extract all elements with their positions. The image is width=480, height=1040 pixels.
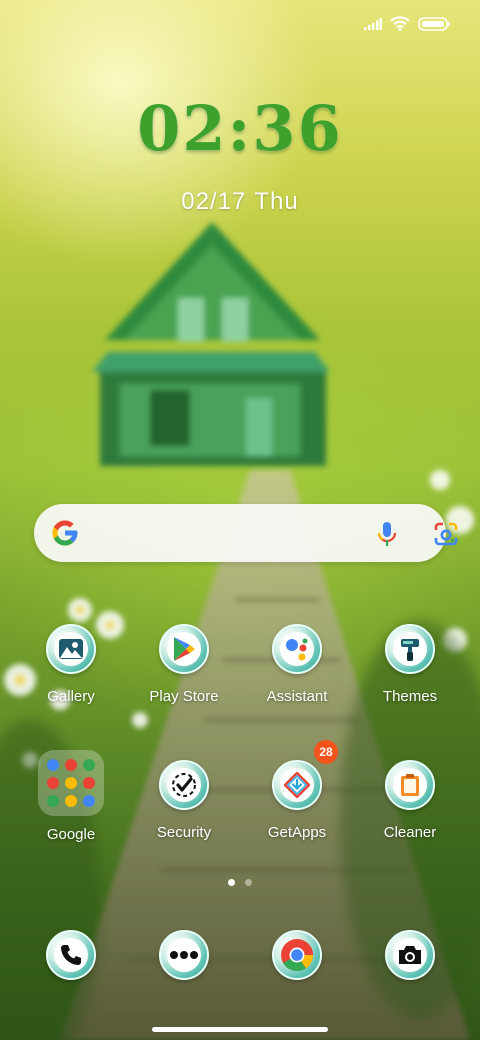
- app-getapps[interactable]: GetApps: [241, 760, 353, 841]
- google-search-bar[interactable]: [34, 504, 458, 562]
- security-icon: [159, 760, 209, 810]
- google-lens-icon[interactable]: [433, 521, 459, 552]
- app-themes[interactable]: Themes: [354, 624, 466, 705]
- app-assistant[interactable]: Assistant: [241, 624, 353, 705]
- wifi-icon: [390, 16, 410, 31]
- app-label: Themes: [382, 688, 438, 705]
- date-display: 02/17 Thu: [0, 188, 480, 216]
- battery-icon: [418, 16, 450, 31]
- cleaner-icon: [385, 760, 435, 810]
- dock-chrome[interactable]: [241, 930, 353, 980]
- clock-time: 02:36: [137, 92, 343, 165]
- chrome-icon: [272, 930, 322, 980]
- assistant-icon: [272, 624, 322, 674]
- phone-icon: [46, 930, 96, 980]
- page-indicator: [228, 879, 252, 886]
- messages-icon: [159, 930, 209, 980]
- home-gesture-bar[interactable]: [152, 1027, 328, 1032]
- date-value: 02/17: [181, 188, 247, 215]
- app-label: Google: [46, 826, 96, 843]
- dock-phone[interactable]: [15, 930, 127, 980]
- dock-messages[interactable]: [128, 930, 240, 980]
- page-dot: [245, 879, 252, 886]
- app-gallery[interactable]: Gallery: [15, 624, 127, 705]
- google-folder-icon: [38, 750, 104, 816]
- app-label: Gallery: [47, 688, 95, 705]
- app-label: Cleaner: [383, 824, 437, 841]
- google-logo-icon: [50, 518, 80, 553]
- page-dot-active: [228, 879, 235, 886]
- gallery-icon: [46, 624, 96, 674]
- app-google-folder[interactable]: Google: [15, 750, 127, 843]
- signal-icon: [364, 17, 382, 30]
- day-of-week: Thu: [254, 188, 299, 215]
- themes-icon: [385, 624, 435, 674]
- camera-icon: [385, 930, 435, 980]
- microphone-icon[interactable]: [375, 521, 399, 552]
- getapps-icon: [272, 760, 322, 810]
- app-label: Play Store: [149, 688, 219, 705]
- app-security[interactable]: Security: [128, 760, 240, 841]
- app-cleaner[interactable]: Cleaner: [354, 760, 466, 841]
- notification-badge: 28: [314, 740, 338, 764]
- dock-camera[interactable]: [354, 930, 466, 980]
- app-label: Assistant: [266, 688, 328, 705]
- status-bar: [364, 16, 450, 31]
- app-play-store[interactable]: Play Store: [128, 624, 240, 705]
- app-label: Security: [156, 824, 212, 841]
- app-label: GetApps: [267, 824, 327, 841]
- play-store-icon: [159, 624, 209, 674]
